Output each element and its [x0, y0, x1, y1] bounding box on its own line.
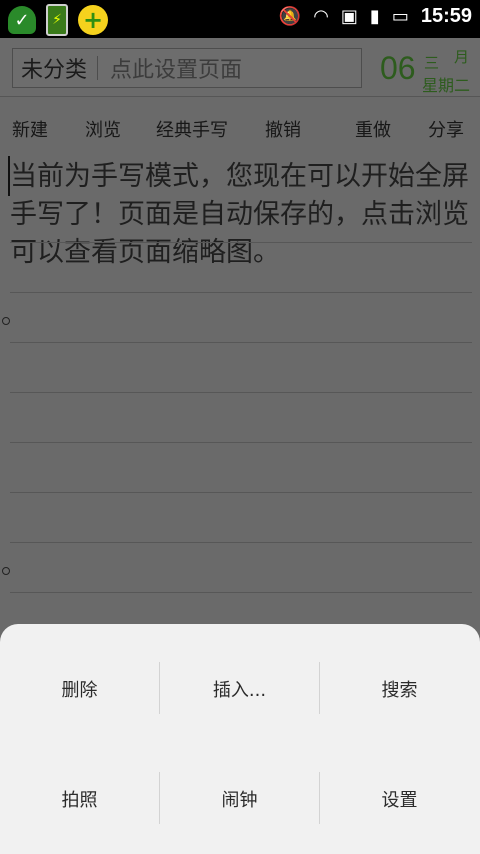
date-weekday: 星期二	[422, 76, 471, 95]
status-system: 🔕 ◠ ▣ ▮ ▭ 15:59	[279, 5, 472, 28]
menu-settings-label: 设置	[381, 790, 418, 811]
date-day: 06	[380, 50, 416, 86]
menu-camera-label: 拍照	[61, 790, 98, 811]
page-selector[interactable]: 未分类 点此设置页面	[12, 48, 362, 88]
toolbar: 新建 浏览 经典手写 撤销 重做 分享	[0, 96, 480, 152]
menu-camera[interactable]: 拍照	[0, 744, 159, 854]
date-display: 06 三 月 星期二	[380, 46, 476, 95]
menu-alarm[interactable]: 闹钟	[160, 744, 319, 854]
silent-icon: 🔕	[278, 6, 302, 27]
battery-icon: ▭	[391, 6, 409, 27]
ruled-line	[10, 242, 472, 243]
menu-search-label: 搜索	[381, 680, 418, 701]
header-bar: 未分类 点此设置页面 06 三 月 星期二	[0, 38, 480, 97]
menu-delete-label: 删除	[61, 680, 98, 701]
ruled-line	[10, 442, 472, 443]
classic-handwriting-button[interactable]: 经典手写	[156, 116, 228, 142]
wifi-icon: ◠	[313, 6, 329, 27]
menu-divider	[319, 662, 320, 714]
options-menu: 删除 插入... 搜索 拍照 闹钟 设置	[0, 624, 480, 854]
notification-icon: ▣	[340, 6, 358, 27]
app-screen: 未分类 点此设置页面 06 三 月 星期二 新建 浏览 经典手写 撤销 重做 分…	[0, 38, 480, 854]
menu-divider	[159, 662, 160, 714]
new-button[interactable]: 新建	[12, 116, 48, 142]
handwriting-editor[interactable]: 当前为手写模式，您现在可以开始全屏手写了！页面是自动保存的，点击浏览可以查看页面…	[2, 154, 472, 624]
menu-divider	[159, 772, 160, 824]
status-notifications: ✓ ⚡ +	[8, 4, 108, 36]
date-month-unit: 月	[454, 48, 470, 66]
ruled-line	[10, 342, 472, 343]
signal-icon: ▮	[369, 6, 380, 27]
ruled-line	[10, 542, 472, 543]
status-bar: ✓ ⚡ + 🔕 ◠ ▣ ▮ ▭ 15:59	[0, 0, 480, 38]
battery-app-icon: ⚡	[46, 4, 68, 36]
share-button[interactable]: 分享	[428, 116, 464, 142]
options-menu-grid: 删除 插入... 搜索 拍照 闹钟 设置	[0, 624, 480, 854]
menu-search[interactable]: 搜索	[320, 634, 479, 744]
menu-alarm-label: 闹钟	[221, 790, 258, 811]
redo-button[interactable]: 重做	[355, 116, 391, 142]
menu-insert-label: 插入...	[212, 680, 267, 701]
ruled-line	[10, 292, 472, 293]
undo-button[interactable]: 撤销	[265, 116, 301, 142]
browse-button[interactable]: 浏览	[85, 116, 121, 142]
shield-add-icon: ✓	[8, 6, 36, 34]
status-time: 15:59	[420, 5, 472, 27]
category-label[interactable]: 未分类	[13, 52, 97, 84]
plus-icon: +	[78, 5, 108, 35]
menu-delete[interactable]: 删除	[0, 634, 159, 744]
menu-insert[interactable]: 插入...	[160, 634, 319, 744]
header-divider	[97, 56, 99, 80]
ruled-line	[10, 392, 472, 393]
editor-text[interactable]: 当前为手写模式，您现在可以开始全屏手写了！页面是自动保存的，点击浏览可以查看页面…	[10, 158, 472, 272]
ruled-line	[10, 492, 472, 493]
menu-divider	[319, 772, 320, 824]
ruled-line	[10, 592, 472, 593]
page-title-hint[interactable]: 点此设置页面	[110, 52, 242, 84]
date-month: 三	[424, 54, 440, 72]
margin-dot	[2, 567, 10, 575]
menu-settings[interactable]: 设置	[320, 744, 479, 854]
margin-dot	[2, 317, 10, 325]
